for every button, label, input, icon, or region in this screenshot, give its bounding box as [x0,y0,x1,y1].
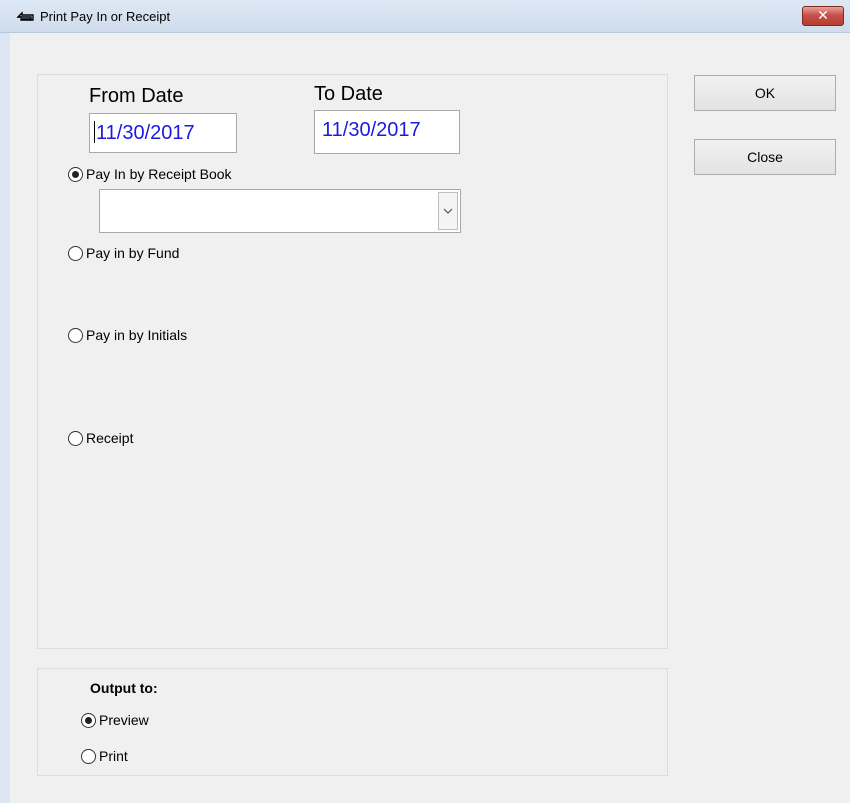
radio-label: Preview [99,712,149,728]
close-button[interactable]: Close [694,139,836,175]
from-date-input[interactable]: 11/30/2017 [89,113,237,153]
radio-receipt[interactable]: Receipt [68,430,133,446]
dropdown-button[interactable] [438,192,458,230]
receipt-book-select[interactable] [99,189,461,233]
report-options-group [37,74,668,649]
to-date-label: To Date [314,83,383,105]
radio-label: Pay in by Initials [86,327,188,343]
output-to-label: Output to: [90,680,158,696]
from-date-value: 11/30/2017 [96,122,195,144]
close-icon: ✕ [817,7,829,23]
text-caret [94,121,95,143]
to-date-input[interactable]: 11/30/2017 [314,110,460,154]
to-date-value: 11/30/2017 [322,119,421,141]
printer-tray-icon [16,11,34,21]
radio-pay-in-receipt-book[interactable]: Pay In by Receipt Book [68,166,232,182]
radio-preview[interactable]: Preview [81,712,149,728]
radio-button[interactable] [81,748,96,764]
radio-button-selected[interactable] [68,166,83,182]
radio-button[interactable] [68,245,83,261]
from-date-label: From Date [89,85,184,107]
radio-label: Pay in by Fund [86,245,180,261]
print-pay-in-dialog: Print Pay In or Receipt ✕ From Date 11/3… [0,0,850,803]
ok-button[interactable]: OK [694,75,836,111]
radio-button[interactable] [68,430,83,446]
radio-button-selected[interactable] [81,712,96,728]
radio-label: Pay In by Receipt Book [86,166,232,182]
radio-pay-in-initials[interactable]: Pay in by Initials [68,327,187,343]
title-bar: Print Pay In or Receipt ✕ [0,0,850,33]
window-title: Print Pay In or Receipt [40,9,171,24]
radio-label: Receipt [86,430,134,446]
radio-button[interactable] [68,327,83,343]
radio-label: Print [99,748,128,764]
radio-print[interactable]: Print [81,748,128,764]
radio-pay-in-fund[interactable]: Pay in by Fund [68,245,179,261]
chevron-down-icon [443,208,453,214]
close-window-button[interactable]: ✕ [802,6,844,26]
